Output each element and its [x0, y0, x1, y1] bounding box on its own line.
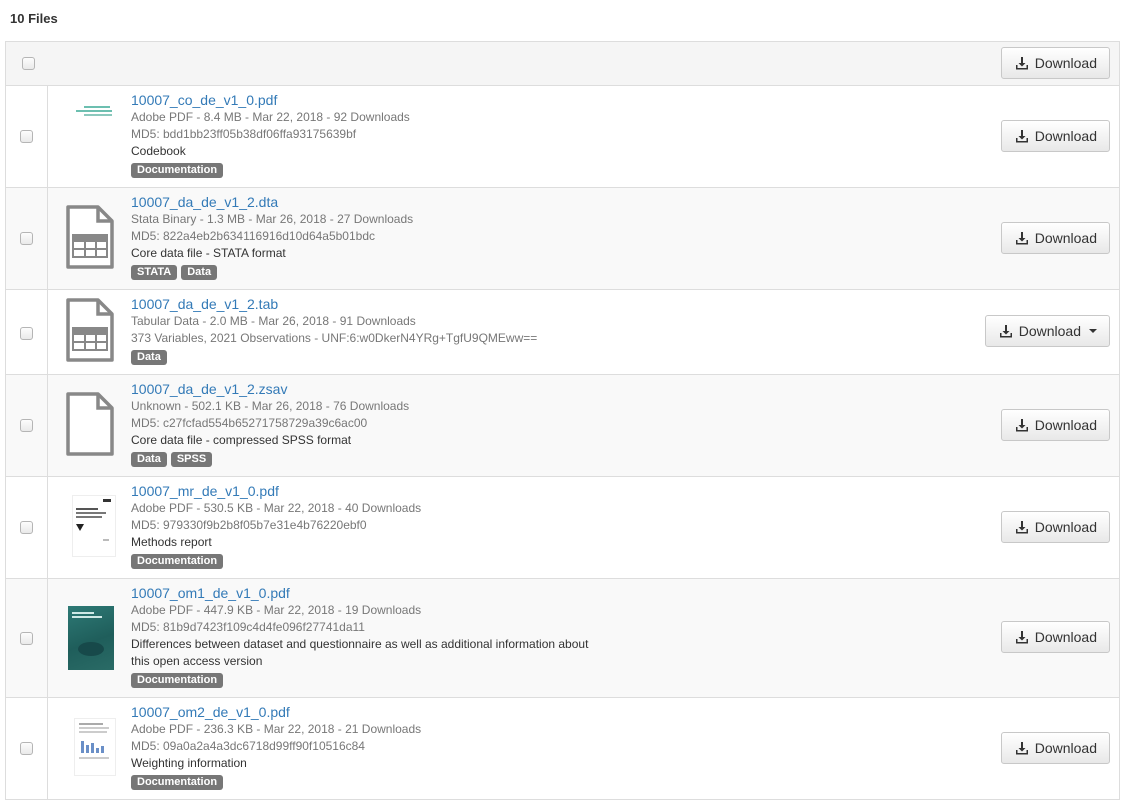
download-button[interactable]: Download — [1000, 511, 1110, 543]
file-meta: Tabular Data - 2.0 MB - Mar 26, 2018 - 9… — [131, 314, 416, 328]
download-button[interactable]: Download — [1000, 621, 1110, 653]
tabular-file-icon — [66, 205, 114, 269]
file-checkbox[interactable] — [20, 327, 33, 340]
file-meta: Adobe PDF - 447.9 KB - Mar 22, 2018 - 19… — [131, 603, 422, 617]
download-all-button[interactable]: Download — [1000, 47, 1110, 79]
file-name-link[interactable]: 10007_da_de_v1_2.zsav — [131, 381, 409, 398]
tag-documentation: Documentation — [131, 673, 224, 688]
tag-stata: STATA — [131, 265, 178, 280]
tag-data: Data — [131, 350, 167, 365]
file-checksum: MD5: bdd1bb23ff05b38df06ffa93175639bf — [131, 127, 357, 141]
file-row: 10007_co_de_v1_0.pdf Adobe PDF - 8.4 MB … — [5, 86, 1120, 188]
tag-data: Data — [131, 452, 167, 467]
file-checksum: MD5: 09a0a2a4a3dc6718d99ff90f10516c84 — [131, 739, 365, 753]
file-description: Core data file - compressed SPSS format — [131, 433, 352, 447]
blank-file-icon — [66, 392, 114, 456]
download-icon — [1015, 232, 1028, 245]
download-icon — [1015, 631, 1028, 644]
file-description: Differences between dataset and question… — [131, 637, 589, 651]
download-button[interactable]: Download — [1000, 222, 1110, 254]
files-table: Download 10007_co_de_v1_0.pdf Adobe PDF … — [5, 41, 1120, 800]
file-description: Methods report — [131, 535, 212, 549]
download-icon — [1015, 521, 1028, 534]
file-checksum: MD5: c27fcfad554b65271758729a39c6ac00 — [131, 416, 368, 430]
file-meta: Adobe PDF - 236.3 KB - Mar 22, 2018 - 21… — [131, 722, 422, 736]
file-row: 10007_om1_de_v1_0.pdf Adobe PDF - 447.9 … — [5, 579, 1120, 698]
file-row: 10007_da_de_v1_2.dta Stata Binary - 1.3 … — [5, 188, 1120, 290]
tag-data: Data — [181, 265, 218, 280]
file-name-link[interactable]: 10007_da_de_v1_2.tab — [131, 296, 537, 313]
file-checkbox[interactable] — [20, 742, 33, 755]
download-icon — [1015, 57, 1028, 70]
pdf-chart-thumbnail — [74, 718, 116, 776]
tabular-file-icon — [66, 298, 114, 362]
files-table-header: Download — [5, 42, 1120, 86]
file-row: 10007_da_de_v1_2.zsav Unknown - 502.1 KB… — [5, 375, 1120, 477]
file-checksum: MD5: 81b9d7423f109c4d4fe096f27741da11 — [131, 620, 365, 634]
tag-documentation: Documentation — [131, 163, 224, 178]
file-name-link[interactable]: 10007_om1_de_v1_0.pdf — [131, 585, 588, 602]
files-count: 10 Files — [10, 11, 58, 26]
file-row: 10007_mr_de_v1_0.pdf Adobe PDF - 530.5 K… — [5, 477, 1120, 579]
file-checksum: MD5: 822a4eb2b634116916d10d64a5b01bdc — [131, 229, 376, 243]
caret-down-icon — [1089, 329, 1097, 333]
file-meta: Adobe PDF - 8.4 MB - Mar 22, 2018 - 92 D… — [131, 110, 410, 124]
file-name-link[interactable]: 10007_om2_de_v1_0.pdf — [131, 704, 421, 721]
pdf-report-thumbnail — [72, 495, 116, 557]
download-options-button[interactable]: Download — [984, 315, 1110, 347]
file-row: 10007_da_de_v1_2.tab Tabular Data - 2.0 … — [5, 290, 1120, 375]
download-icon — [999, 325, 1012, 338]
pdf-teal-cover-thumbnail — [68, 606, 114, 670]
tag-documentation: Documentation — [131, 775, 224, 790]
download-button[interactable]: Download — [1000, 409, 1110, 441]
pdf-codebook-thumbnail — [70, 97, 118, 133]
file-meta: Adobe PDF - 530.5 KB - Mar 22, 2018 - 40… — [131, 501, 422, 515]
file-name-link[interactable]: 10007_co_de_v1_0.pdf — [131, 92, 410, 109]
file-description: Core data file - STATA format — [131, 246, 286, 260]
file-checkbox[interactable] — [20, 130, 33, 143]
file-description: Codebook — [131, 144, 186, 158]
download-button[interactable]: Download — [1000, 732, 1110, 764]
file-name-link[interactable]: 10007_mr_de_v1_0.pdf — [131, 483, 421, 500]
file-checkbox[interactable] — [20, 521, 33, 534]
select-all-checkbox[interactable] — [22, 57, 35, 70]
file-checksum: MD5: 979330f9b2b8f05b7e31e4b76220ebf0 — [131, 518, 367, 532]
file-meta: Stata Binary - 1.3 MB - Mar 26, 2018 - 2… — [131, 212, 414, 226]
download-icon — [1015, 419, 1028, 432]
file-checkbox[interactable] — [20, 632, 33, 645]
file-name-link[interactable]: 10007_da_de_v1_2.dta — [131, 194, 413, 211]
file-checkbox[interactable] — [20, 419, 33, 432]
file-meta: Unknown - 502.1 KB - Mar 26, 2018 - 76 D… — [131, 399, 410, 413]
file-row: 10007_om2_de_v1_0.pdf Adobe PDF - 236.3 … — [5, 698, 1120, 800]
download-button[interactable]: Download — [1000, 120, 1110, 152]
file-description-continued: this open access version — [131, 654, 263, 668]
tag-spss: SPSS — [170, 452, 213, 467]
file-description: Weighting information — [131, 756, 247, 770]
tag-documentation: Documentation — [131, 554, 224, 569]
file-unf-summary: 373 Variables, 2021 Observations - UNF:6… — [131, 331, 538, 345]
download-icon — [1015, 130, 1028, 143]
file-checkbox[interactable] — [20, 232, 33, 245]
download-icon — [1015, 742, 1028, 755]
